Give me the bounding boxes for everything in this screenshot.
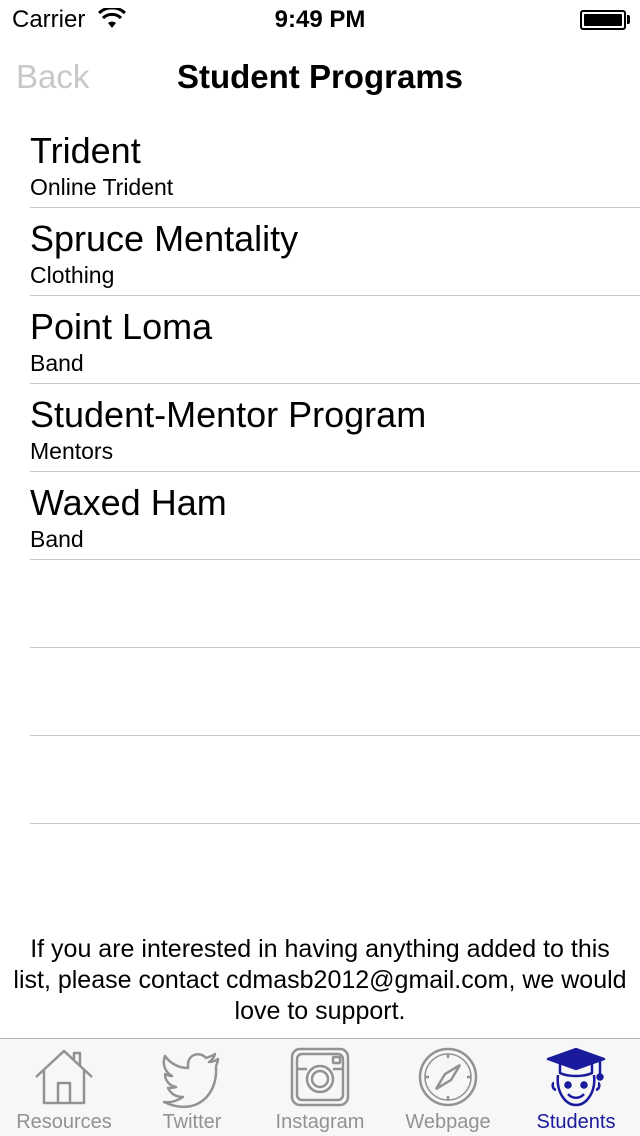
battery-level-fill	[584, 14, 622, 26]
battery-tip	[627, 15, 630, 24]
program-subtitle: Mentors	[30, 438, 114, 464]
list-item[interactable]: Trident Online Trident	[30, 120, 640, 208]
list-item[interactable]: Waxed Ham Band	[30, 472, 640, 560]
battery-icon	[580, 10, 626, 30]
tab-label: Webpage	[405, 1111, 491, 1133]
twitter-bird-icon	[162, 1052, 220, 1109]
program-subtitle: Clothing	[30, 262, 115, 288]
house-icon	[35, 1049, 93, 1105]
page-title: Student Programs	[176, 58, 464, 95]
empty-list-row	[30, 736, 640, 824]
navigation-bar: Back Student Programs	[0, 40, 640, 128]
tab-students[interactable]: Students	[512, 1039, 640, 1136]
program-name: Student-Mentor Program	[30, 394, 427, 435]
tab-bar: Resources Twitter Instagram Webpage Stud…	[0, 1038, 640, 1136]
program-name: Trident	[30, 130, 141, 171]
tab-instagram[interactable]: Instagram	[256, 1039, 384, 1136]
list-item[interactable]: Point Loma Band	[30, 296, 640, 384]
list-item[interactable]: Student-Mentor Program Mentors	[30, 384, 640, 472]
empty-list-row	[30, 560, 640, 648]
status-bar: Carrier 9:49 PM	[0, 0, 640, 40]
graduate-cap-icon	[546, 1047, 606, 1107]
compass-icon	[418, 1047, 478, 1107]
program-name: Spruce Mentality	[30, 218, 299, 259]
tab-webpage[interactable]: Webpage	[384, 1039, 512, 1136]
tab-label: Twitter	[162, 1111, 222, 1133]
program-name: Point Loma	[30, 306, 213, 347]
empty-list-row	[30, 648, 640, 736]
status-time: 9:49 PM	[274, 6, 366, 33]
tab-label: Instagram	[275, 1111, 365, 1133]
app-screen: Carrier 9:49 PM Back Student Programs Tr…	[0, 0, 640, 1136]
program-subtitle: Online Trident	[30, 174, 174, 200]
tab-twitter[interactable]: Twitter	[128, 1039, 256, 1136]
tab-label: Resources	[16, 1111, 112, 1133]
program-name: Waxed Ham	[30, 482, 227, 523]
list-item[interactable]: Spruce Mentality Clothing	[30, 208, 640, 296]
program-list: Trident Online Trident Spruce Mentality …	[0, 120, 640, 824]
tab-label: Students	[536, 1111, 616, 1133]
program-subtitle: Band	[30, 526, 84, 552]
program-subtitle: Band	[30, 350, 84, 376]
contact-note: If you are interested in having anything…	[13, 935, 627, 1025]
tab-resources[interactable]: Resources	[0, 1039, 128, 1136]
instagram-camera-icon	[290, 1047, 350, 1107]
